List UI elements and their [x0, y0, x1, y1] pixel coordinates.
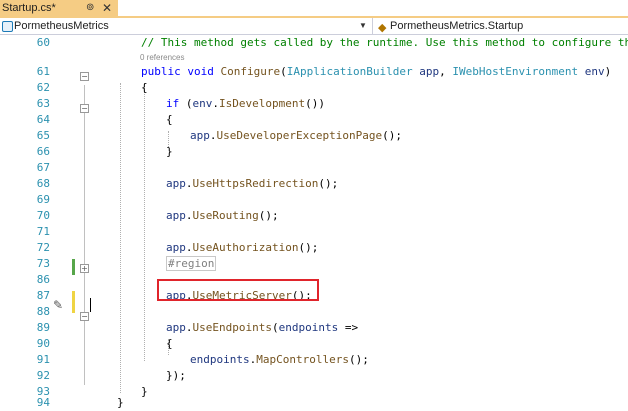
code-text: {: [141, 81, 148, 94]
code-line[interactable]: 72 app.UseAuthorization();: [0, 240, 628, 256]
code-line[interactable]: 89 app.UseEndpoints(endpoints =>: [0, 320, 628, 336]
code-line[interactable]: 62 {: [0, 80, 628, 96]
tab-startup-cs[interactable]: Startup.cs* ⊚ ✕: [0, 0, 118, 16]
code-text: }: [166, 145, 173, 158]
code-line[interactable]: 71: [0, 224, 628, 240]
highlight-box: [157, 279, 319, 301]
code-line[interactable]: 65 app.UseDeveloperExceptionPage();: [0, 128, 628, 144]
tab-title: Startup.cs*: [2, 2, 56, 14]
code-text: public void Configure(IApplicationBuilde…: [141, 65, 612, 78]
pin-icon[interactable]: ⊚: [86, 0, 94, 16]
code-editor[interactable]: − − + − ✎ 60 // This method gets called …: [0, 35, 628, 409]
code-text: #region: [166, 256, 217, 272]
code-line[interactable]: 73 #region: [0, 256, 628, 272]
code-line[interactable]: 70 app.UseRouting();: [0, 208, 628, 224]
line-number: 68: [36, 177, 50, 190]
code-line[interactable]: 90 {: [0, 336, 628, 352]
line-number: 64: [36, 113, 50, 126]
code-text: endpoints.MapControllers();: [190, 353, 369, 366]
code-text: app.UseHttpsRedirection();: [166, 177, 339, 190]
type-dropdown[interactable]: ◆ PormetheusMetrics.Startup: [372, 18, 628, 34]
line-number: 90: [36, 337, 50, 350]
code-text: }: [117, 396, 124, 409]
code-line[interactable]: 60 // This method gets called by the run…: [0, 35, 628, 51]
code-line[interactable]: 67: [0, 160, 628, 176]
code-line[interactable]: 69: [0, 192, 628, 208]
project-label: PormetheusMetrics: [14, 20, 109, 32]
code-line[interactable]: 88: [0, 304, 628, 320]
code-line[interactable]: 94 }: [0, 395, 628, 411]
line-number: 72: [36, 241, 50, 254]
line-number: 86: [36, 273, 50, 286]
code-text: {: [166, 113, 173, 126]
line-number: 73: [36, 257, 50, 270]
line-number: 71: [36, 225, 50, 238]
line-number: 91: [36, 353, 50, 366]
line-number: 92: [36, 369, 50, 382]
project-dropdown[interactable]: PormetheusMetrics ▼: [0, 18, 372, 34]
code-text: // This method gets called by the runtim…: [141, 36, 628, 49]
line-number: 63: [36, 97, 50, 110]
code-text: app.UseDeveloperExceptionPage();: [190, 129, 402, 142]
navigation-bar: PormetheusMetrics ▼ ◆ PormetheusMetrics.…: [0, 18, 628, 35]
line-number: 70: [36, 209, 50, 222]
line-number: 65: [36, 129, 50, 142]
code-text: {: [166, 337, 173, 350]
project-icon: [2, 21, 13, 32]
chevron-down-icon[interactable]: ▼: [359, 18, 367, 34]
line-number: 67: [36, 161, 50, 174]
line-number: 87: [36, 289, 50, 302]
document-tab-strip: Startup.cs* ⊚ ✕: [0, 0, 628, 18]
collapsed-region[interactable]: #region: [166, 256, 217, 271]
code-text: if (env.IsDevelopment()): [166, 97, 325, 110]
line-number: 60: [36, 36, 50, 49]
code-lens-references[interactable]: 0 references: [140, 53, 184, 63]
line-number: 88: [36, 305, 50, 318]
class-icon: ◆: [378, 22, 387, 34]
code-text: });: [166, 369, 186, 382]
code-line[interactable]: 92 });: [0, 368, 628, 384]
line-number: 61: [36, 65, 50, 78]
close-icon[interactable]: ✕: [102, 0, 112, 16]
code-line[interactable]: 63 if (env.IsDevelopment()): [0, 96, 628, 112]
code-text: app.UseEndpoints(endpoints =>: [166, 321, 359, 334]
line-number: 66: [36, 145, 50, 158]
code-text: app.UseAuthorization();: [166, 241, 319, 254]
code-line[interactable]: 64 {: [0, 112, 628, 128]
code-line[interactable]: 61 public void Configure(IApplicationBui…: [0, 64, 628, 80]
line-number: 62: [36, 81, 50, 94]
line-number: 69: [36, 193, 50, 206]
code-line[interactable]: 66 }: [0, 144, 628, 160]
type-label: PormetheusMetrics.Startup: [390, 20, 524, 32]
code-line[interactable]: 68 app.UseHttpsRedirection();: [0, 176, 628, 192]
code-line[interactable]: 91 endpoints.MapControllers();: [0, 352, 628, 368]
line-number: 94: [36, 396, 50, 409]
line-number: 89: [36, 321, 50, 334]
code-text: app.UseRouting();: [166, 209, 279, 222]
